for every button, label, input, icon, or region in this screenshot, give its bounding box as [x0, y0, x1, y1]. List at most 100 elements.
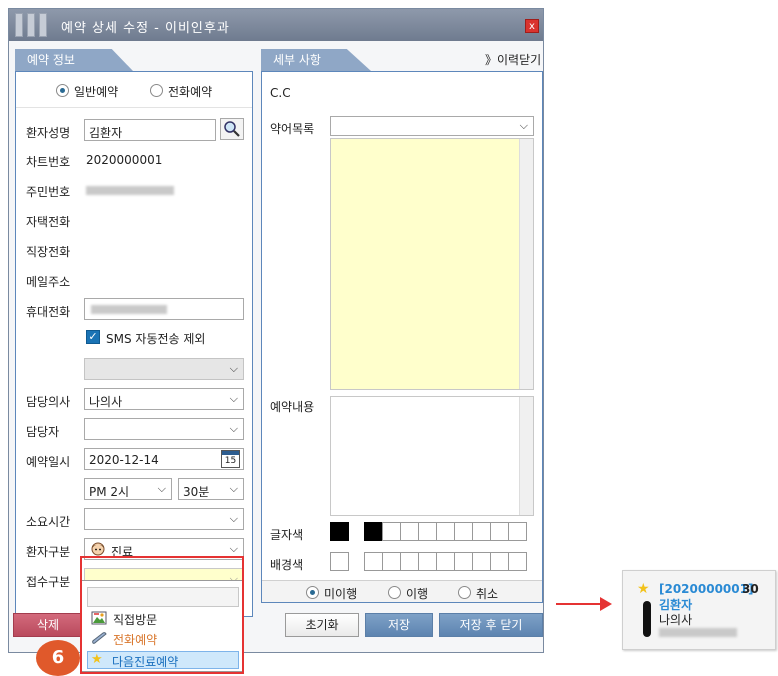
color-swatch[interactable]: [472, 522, 491, 541]
resident-no-label: 주민번호: [26, 185, 71, 199]
search-button[interactable]: [220, 118, 244, 140]
radio-cancel-label: 취소: [476, 587, 499, 601]
patient-name-label: 환자성명: [26, 126, 71, 140]
reservation-info-panel: 일반예약 전화예약 환자성명 김환자 차트번호 2020000001 주민번호 …: [15, 71, 253, 617]
home-phone-label: 자택전화: [26, 215, 71, 229]
color-swatch[interactable]: [364, 522, 383, 541]
hour-select[interactable]: PM 2시 ⌵: [84, 478, 172, 500]
radio-general-label: 일반예약: [74, 85, 119, 99]
abbrev-select[interactable]: ⌵: [330, 116, 534, 136]
patient-type-label: 환자구분: [26, 545, 71, 559]
radio-cancel[interactable]: [458, 586, 471, 599]
chevron-down-icon: ⌵: [519, 119, 528, 132]
mobile-value-redacted: [91, 305, 167, 314]
history-close-link[interactable]: 》이력닫기: [485, 51, 541, 68]
grip-icon: [15, 13, 23, 37]
dialog-title: 예약 상세 수정 - 이비인후과: [61, 21, 230, 36]
minute-value: 30분: [183, 485, 210, 499]
color-swatch[interactable]: [400, 522, 419, 541]
hour-value: PM 2시: [89, 485, 130, 499]
color-swatch[interactable]: [382, 522, 401, 541]
step-badge: 6: [36, 640, 80, 676]
delete-button[interactable]: 삭제: [13, 613, 83, 637]
chevron-down-icon: ⌵: [229, 542, 238, 555]
abbrev-label: 약어목록: [270, 122, 315, 136]
work-phone-label: 직장전화: [26, 245, 71, 259]
color-swatch[interactable]: [436, 522, 455, 541]
reception-type-label: 접수구분: [26, 575, 71, 589]
bg-color-current[interactable]: [330, 552, 349, 571]
arrow-right-icon: [600, 597, 612, 611]
minute-select[interactable]: 30분 ⌵: [178, 478, 244, 500]
reservation-type-group: 일반예약 전화예약: [16, 72, 252, 108]
patient-name-field[interactable]: 김환자: [84, 119, 216, 141]
color-swatch[interactable]: [382, 552, 401, 571]
color-swatch[interactable]: [490, 552, 509, 571]
radio-phone[interactable]: [150, 84, 163, 97]
sms-exclude-checkbox[interactable]: ✓: [86, 330, 100, 344]
arrow-line: [556, 603, 604, 605]
card-color-bar: [643, 601, 651, 637]
card-doctor: 나의사: [659, 613, 693, 627]
sms-option-select: ⌵: [84, 358, 244, 380]
color-swatch[interactable]: [508, 522, 527, 541]
details-panel: C.C 약어목록 ⌵ 예약내용 글자색 배경색 미이행 이행 취소: [261, 71, 543, 603]
doctor-select[interactable]: 나의사 ⌵: [84, 388, 244, 410]
highlight-box: [80, 556, 244, 674]
close-button[interactable]: x: [525, 19, 539, 33]
color-swatch[interactable]: [418, 522, 437, 541]
scrollbar[interactable]: [519, 139, 533, 389]
date-field[interactable]: 2020-12-14 15: [84, 448, 244, 470]
reset-button[interactable]: 초기화: [285, 613, 359, 637]
title-bar[interactable]: 예약 상세 수정 - 이비인후과 x: [9, 9, 543, 41]
save-close-button[interactable]: 저장 후 닫기: [439, 613, 543, 637]
status-group: 미이행 이행 취소: [262, 580, 542, 602]
color-swatch[interactable]: [436, 552, 455, 571]
chart-no-value: 2020000001: [86, 153, 163, 167]
text-color-current[interactable]: [330, 522, 349, 541]
radio-general[interactable]: [56, 84, 69, 97]
color-swatch[interactable]: [454, 552, 473, 571]
grip-icon: [27, 13, 35, 37]
save-button[interactable]: 저장: [365, 613, 433, 637]
datetime-label: 예약일시: [26, 455, 71, 469]
color-swatch[interactable]: [508, 552, 527, 571]
patient-name-value: 김환자: [89, 126, 123, 140]
chevron-down-icon: ⌵: [229, 362, 238, 375]
radio-pending-label: 미이행: [324, 587, 358, 601]
cc-label: C.C: [270, 86, 291, 100]
color-swatch[interactable]: [490, 522, 509, 541]
content-textarea[interactable]: [330, 396, 534, 516]
staff-select[interactable]: ⌵: [84, 418, 244, 440]
chart-no-label: 차트번호: [26, 155, 71, 169]
mobile-field[interactable]: [84, 298, 244, 320]
text-color-label: 글자색: [270, 528, 304, 542]
duration-select[interactable]: ⌵: [84, 508, 244, 530]
card-phone-redacted: [659, 628, 737, 637]
scrollbar[interactable]: [519, 397, 533, 515]
color-swatch[interactable]: [418, 552, 437, 571]
reservation-card: ★ [2020000001] 30 김환자 나의사: [622, 570, 776, 650]
radio-pending[interactable]: [306, 586, 319, 599]
color-swatch[interactable]: [454, 522, 473, 541]
color-swatch[interactable]: [472, 552, 491, 571]
color-swatch[interactable]: [364, 552, 383, 571]
radio-done[interactable]: [388, 586, 401, 599]
resident-no-value-redacted: [86, 186, 174, 195]
calendar-icon[interactable]: 15: [221, 450, 240, 468]
staff-label: 담당자: [26, 425, 60, 439]
card-number: 30: [742, 582, 759, 596]
doctor-label: 담당의사: [26, 395, 71, 409]
card-chart-no: [2020000001]: [659, 582, 754, 596]
content-label: 예약내용: [270, 400, 315, 414]
date-value: 2020-12-14: [89, 453, 159, 467]
chevron-down-icon: ⌵: [229, 512, 238, 525]
duration-label: 소요시간: [26, 515, 71, 529]
tab-details: 세부 사항: [261, 49, 371, 71]
radio-done-label: 이행: [406, 587, 429, 601]
color-swatch[interactable]: [400, 552, 419, 571]
chevron-down-icon: ⌵: [157, 482, 166, 495]
cc-textarea[interactable]: [330, 138, 534, 390]
grip-icon: [39, 13, 47, 37]
chevron-down-icon: ⌵: [229, 422, 238, 435]
